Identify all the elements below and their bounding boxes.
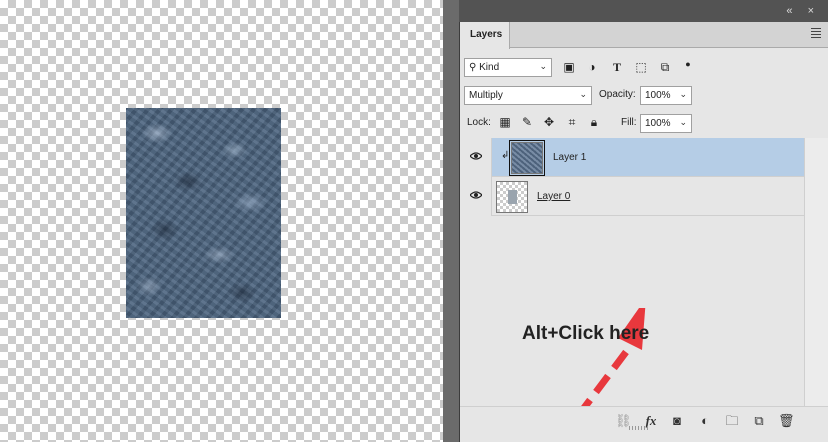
- fill-label: Fill:: [621, 117, 637, 128]
- chevron-down-icon: ⌄: [679, 117, 687, 127]
- layers-list: ↲ Layer 1 Layer 0 Alt+Click here: [460, 138, 805, 419]
- search-icon: ⚲: [469, 62, 480, 73]
- clipping-mask-icon: ↲: [501, 150, 510, 161]
- layers-panel: « × Layers ⚲ Kind ⌄ ▣ ◑ T ⬚ ⧉ ● Multiply…: [459, 0, 828, 442]
- layer-row-layer-0[interactable]: Layer 0: [460, 177, 805, 216]
- lock-position-icon[interactable]: ✥: [542, 115, 556, 129]
- lock-row: Lock: ▦ ✎ ✥ ⌗ 🔒︎ Fill: 100% ⌄: [460, 111, 828, 139]
- chevron-down-icon: ⌄: [579, 89, 587, 99]
- filter-row: ⚲ Kind ⌄ ▣ ◑ T ⬚ ⧉ ●: [460, 54, 828, 82]
- chevron-down-icon: ⌄: [539, 61, 547, 71]
- filter-toggle-icon[interactable]: ●: [681, 57, 695, 71]
- resize-grip[interactable]: [629, 426, 649, 430]
- layers-scrollbar[interactable]: [804, 138, 828, 406]
- chevron-down-icon: ⌄: [679, 89, 687, 99]
- layer-texture-image: [126, 108, 281, 318]
- adjustment-filter-icon[interactable]: ◑: [585, 60, 599, 74]
- visibility-toggle[interactable]: [460, 138, 492, 177]
- lock-label: Lock:: [467, 117, 491, 128]
- lock-all-icon[interactable]: 🔒︎: [587, 115, 601, 129]
- adjustment-layer-icon[interactable]: ◐: [697, 413, 713, 429]
- new-group-icon[interactable]: 🗀︎: [724, 413, 740, 429]
- shape-filter-icon[interactable]: ⬚: [634, 60, 648, 74]
- visibility-toggle[interactable]: [460, 177, 492, 216]
- pixel-filter-icon[interactable]: ▣: [562, 60, 576, 74]
- blend-row: Multiply ⌄ Opacity: 100% ⌄: [460, 83, 828, 111]
- panel-divider: [443, 0, 459, 442]
- layer-name[interactable]: Layer 0: [537, 191, 570, 202]
- eye-icon: [470, 191, 482, 199]
- panel-menu-icon[interactable]: [811, 28, 821, 40]
- fill-field[interactable]: 100% ⌄: [640, 114, 692, 133]
- opacity-label: Opacity:: [599, 89, 636, 100]
- smart-object-filter-icon[interactable]: ⧉: [658, 60, 672, 74]
- panel-body: Layers ⚲ Kind ⌄ ▣ ◑ T ⬚ ⧉ ● Multiply ⌄ O…: [459, 22, 828, 442]
- eye-icon: [470, 152, 482, 160]
- document-canvas[interactable]: [0, 0, 443, 442]
- lock-paint-icon[interactable]: ✎: [520, 115, 534, 129]
- type-filter-icon[interactable]: T: [610, 60, 624, 74]
- filter-kind-dropdown[interactable]: ⚲ Kind ⌄: [464, 58, 552, 77]
- layer-thumbnail[interactable]: [509, 140, 545, 176]
- trash-icon[interactable]: 🗑︎: [778, 413, 795, 429]
- tab-layers[interactable]: Layers: [460, 22, 510, 49]
- tab-bar: Layers: [460, 22, 828, 49]
- lock-artboard-icon[interactable]: ⌗: [565, 115, 579, 129]
- layer-row-layer-1[interactable]: ↲ Layer 1: [460, 138, 805, 177]
- layer-thumbnail[interactable]: [496, 181, 528, 213]
- collapse-close-icons[interactable]: « ×: [786, 5, 820, 17]
- lock-transparent-icon[interactable]: ▦: [498, 115, 512, 129]
- new-layer-icon[interactable]: ⧉: [751, 413, 767, 429]
- add-mask-icon[interactable]: ◙: [669, 413, 685, 429]
- annotation-text: Alt+Click here: [522, 323, 650, 344]
- opacity-field[interactable]: 100% ⌄: [640, 86, 692, 105]
- layer-name[interactable]: Layer 1: [553, 152, 586, 163]
- panel-header: « ×: [459, 0, 828, 22]
- blend-mode-dropdown[interactable]: Multiply ⌄: [464, 86, 592, 105]
